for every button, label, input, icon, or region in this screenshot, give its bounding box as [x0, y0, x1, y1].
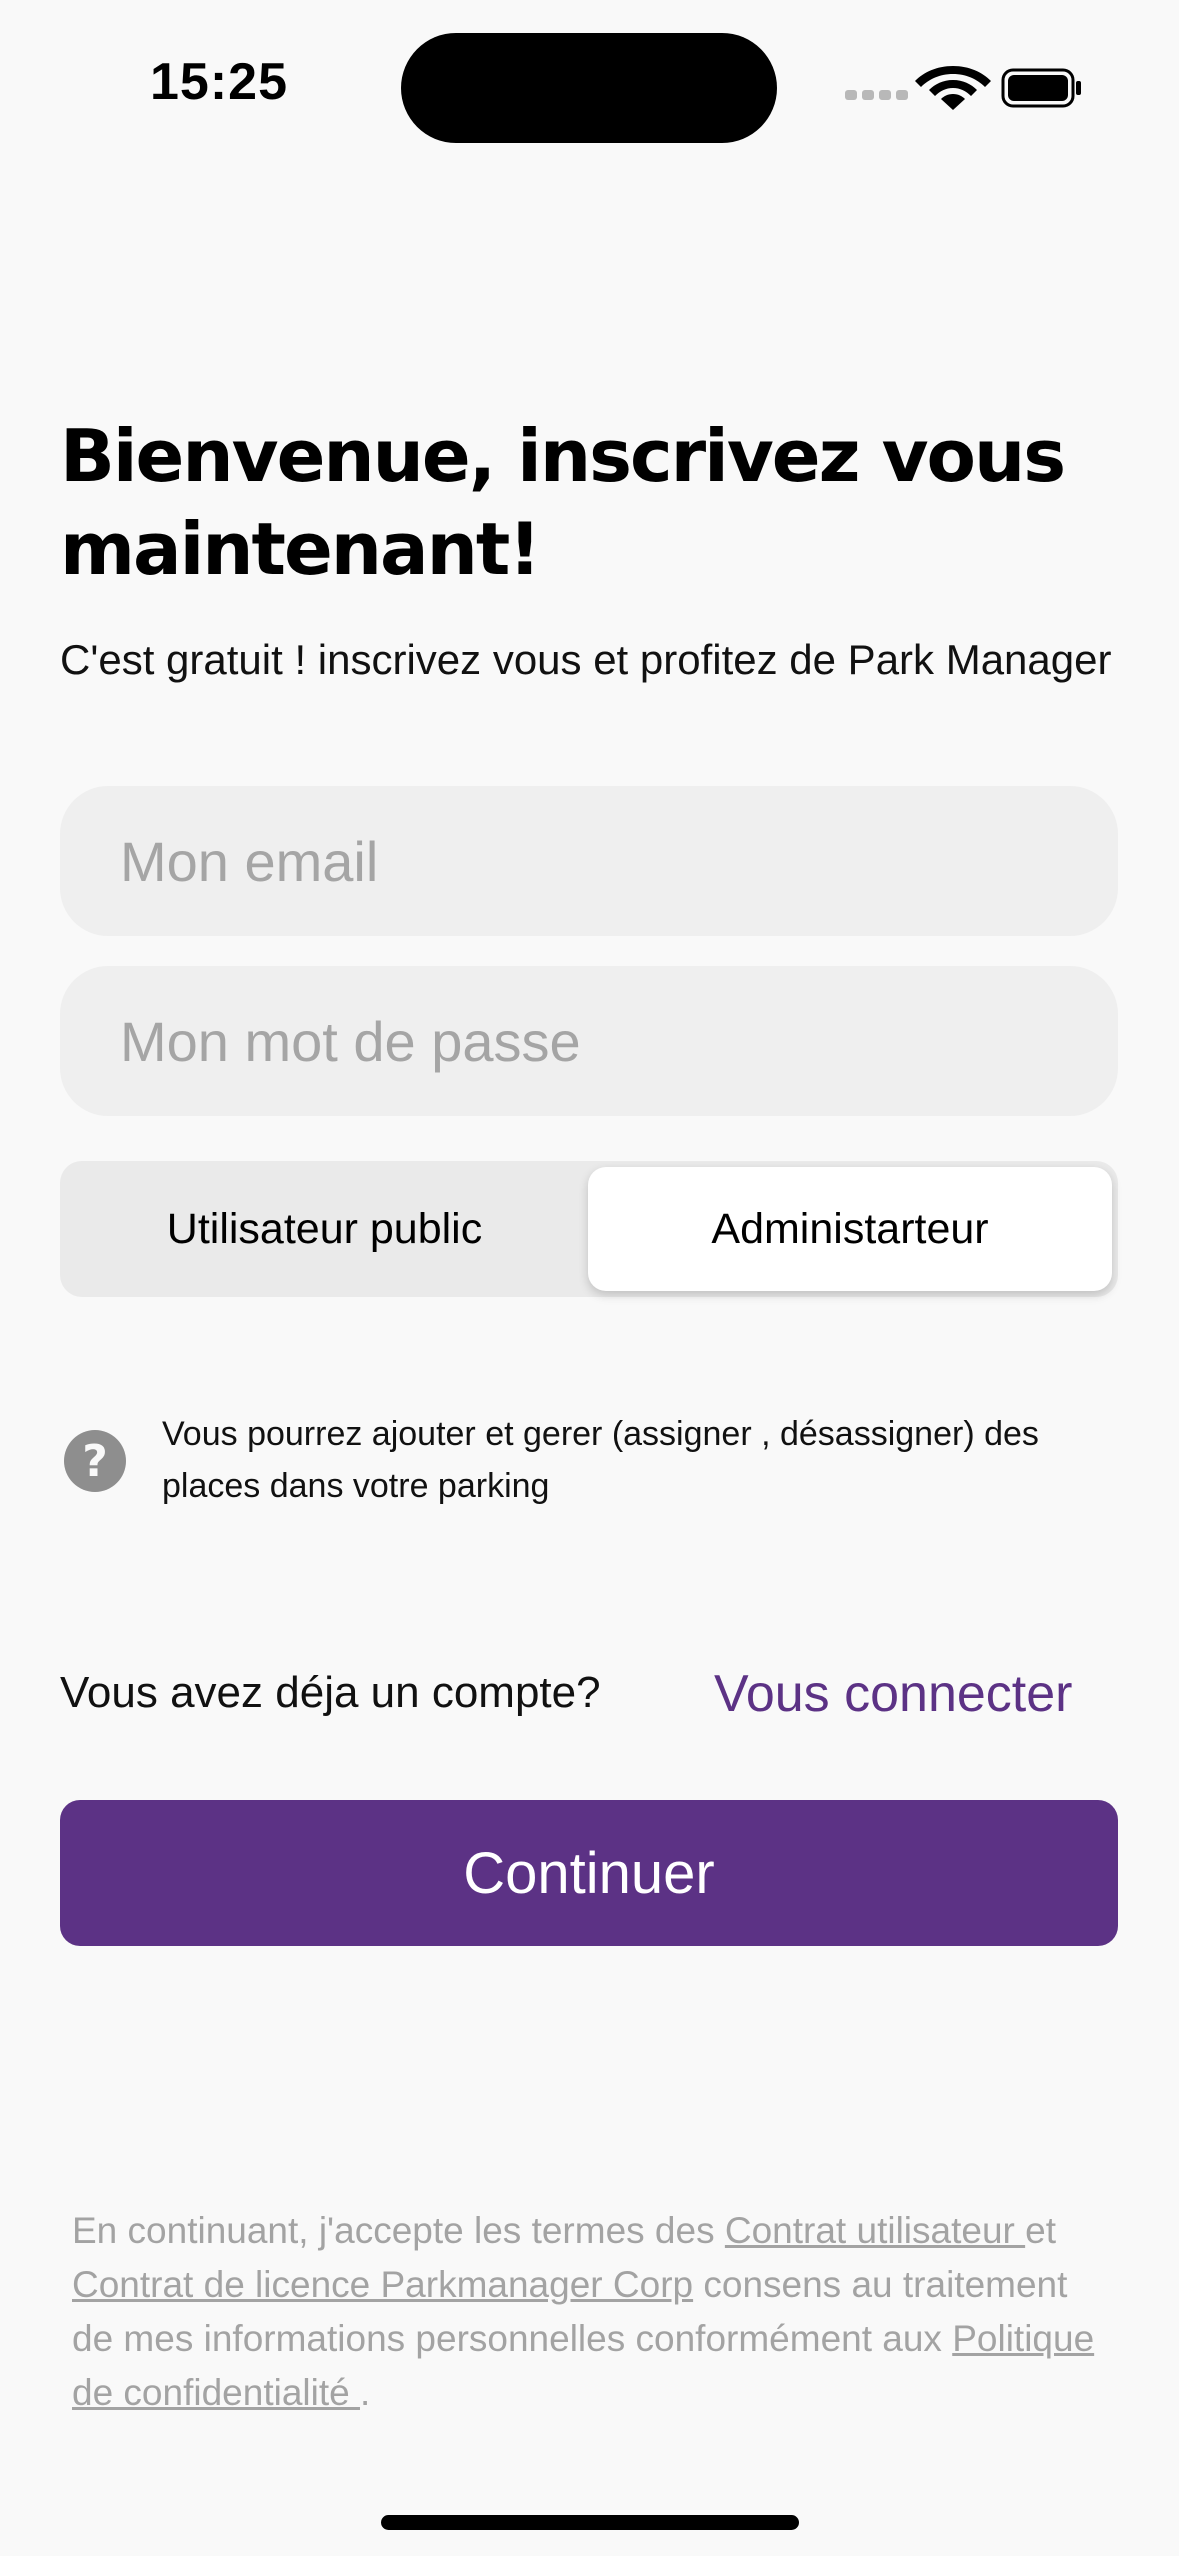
cellular-signal-icon: [845, 90, 908, 100]
status-icons: [845, 62, 1085, 110]
status-time: 15:25: [150, 53, 288, 111]
login-link[interactable]: Vous connecter: [714, 1664, 1072, 1724]
help-circle-icon: ?: [64, 1430, 126, 1492]
role-segmented-control: Utilisateur public Administarteur: [60, 1161, 1118, 1297]
home-indicator[interactable]: [381, 2515, 799, 2530]
continue-button[interactable]: Continuer: [60, 1800, 1118, 1946]
user-agreement-link[interactable]: Contrat utilisateur: [725, 2210, 1025, 2251]
battery-icon: [1001, 68, 1081, 108]
have-account-prompt: Vous avez déja un compte?: [60, 1668, 601, 1717]
license-agreement-link[interactable]: Contrat de licence Parkmanager Corp: [72, 2264, 693, 2305]
role-option-public-user[interactable]: Utilisateur public: [66, 1167, 583, 1291]
page-subtitle: C'est gratuit ! inscrivez vous et profit…: [60, 636, 1112, 683]
email-input[interactable]: [60, 786, 1118, 936]
page-title: Bienvenue, inscrivez vous maintenant!: [60, 414, 1066, 591]
password-input[interactable]: [60, 966, 1118, 1116]
legal-text-part: .: [359, 2372, 371, 2413]
role-info-text: Vous pourrez ajouter et gerer (assigner …: [162, 1415, 1039, 1505]
role-option-administrator[interactable]: Administarteur: [588, 1167, 1112, 1291]
wifi-icon: [915, 66, 991, 110]
dynamic-island: [401, 33, 777, 143]
legal-text-part: et: [1025, 2210, 1056, 2251]
legal-text-part: En continuant, j'accepte les termes des: [72, 2210, 725, 2251]
legal-notice: En continuant, j'accepte les termes des …: [72, 2204, 1117, 2420]
